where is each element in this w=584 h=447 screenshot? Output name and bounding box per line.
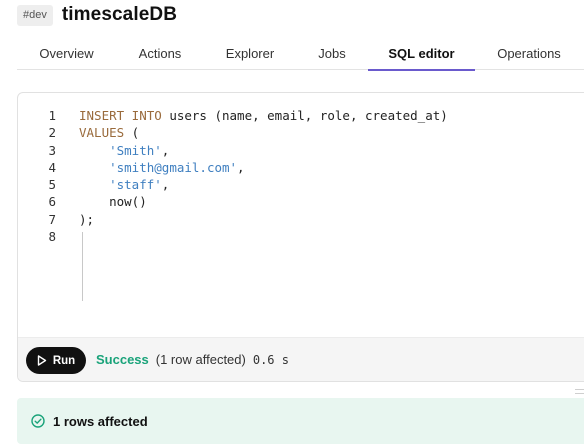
code-punctuation: ,: [237, 159, 245, 175]
check-circle-icon: [31, 414, 45, 428]
header: #dev timescaleDB: [17, 4, 177, 26]
line-content: VALUES (: [79, 124, 139, 141]
code-line: 1 INSERT INTO users (name, email, role, c…: [18, 107, 584, 124]
tab-explorer[interactable]: Explorer: [204, 36, 296, 70]
env-badge: #dev: [17, 4, 53, 26]
query-status: Success (1 row affected) 0.6 s: [96, 352, 289, 367]
code-line: 4 'smith@gmail.com',: [18, 159, 584, 176]
line-content: 'staff',: [79, 176, 169, 193]
tab-overview[interactable]: Overview: [17, 36, 116, 70]
line-content: now(): [79, 193, 147, 210]
code-text: );: [79, 211, 95, 227]
tab-operations[interactable]: Operations: [475, 36, 583, 70]
indent-guide: [82, 232, 83, 301]
status-success: Success: [96, 352, 149, 367]
status-duration: 0.6 s: [252, 353, 289, 367]
line-number: 1: [48, 108, 56, 123]
code-text: (: [124, 125, 140, 141]
tab-jobs[interactable]: Jobs: [296, 36, 368, 70]
line-number: 2: [48, 125, 56, 141]
result-message: 1 rows affected: [53, 413, 148, 429]
code-line: 3 'Smith',: [18, 142, 584, 159]
result-banner: 1 rows affected: [17, 398, 584, 444]
code-line: 6 now(): [18, 193, 584, 210]
line-content: INSERT INTO users (name, email, role, cr…: [79, 107, 448, 124]
sql-keyword: VALUES: [79, 125, 125, 141]
line-number: 6: [48, 194, 56, 210]
line-number: 3: [48, 142, 56, 158]
line-number: 5: [48, 177, 56, 193]
resize-handle[interactable]: [575, 389, 584, 395]
string-literal: 'Smith': [109, 142, 162, 158]
tab-sql-editor[interactable]: SQL editor: [368, 36, 475, 71]
string-literal: 'staff': [109, 177, 162, 193]
string-literal: 'smith@gmail.com': [109, 159, 238, 175]
code-editor[interactable]: 1 INSERT INTO users (name, email, role, c…: [18, 107, 584, 245]
line-content: 'Smith',: [79, 142, 169, 159]
database-title: timescaleDB: [61, 4, 178, 25]
code-punctuation: ,: [161, 142, 170, 158]
line-number: 4: [48, 159, 56, 175]
tab-bar: Overview Actions Explorer Jobs SQL edito…: [17, 36, 584, 71]
code-line: 2 VALUES (: [18, 124, 584, 141]
code-text: users (name, email, role, created_at): [161, 108, 448, 123]
code-line: 8: [18, 228, 584, 245]
play-icon: [37, 355, 47, 366]
run-button[interactable]: Run: [26, 347, 86, 374]
code-text: now(): [79, 194, 147, 210]
line-number: 7: [48, 211, 56, 227]
run-bar: Run Success (1 row affected) 0.6 s: [18, 337, 584, 381]
run-button-label: Run: [52, 354, 76, 367]
code-line: 7);: [18, 211, 584, 228]
tab-actions[interactable]: Actions: [116, 36, 204, 70]
line-content: );: [79, 211, 94, 228]
status-rows-affected: (1 row affected): [155, 352, 246, 367]
sql-editor-panel: 1 INSERT INTO users (name, email, role, c…: [17, 92, 584, 382]
code-punctuation: ,: [161, 177, 170, 193]
line-number: 8: [48, 229, 56, 245]
code-line: 5 'staff',: [18, 176, 584, 193]
sql-keyword: INSERT INTO: [79, 108, 162, 123]
line-content: 'smith@gmail.com',: [79, 159, 245, 176]
